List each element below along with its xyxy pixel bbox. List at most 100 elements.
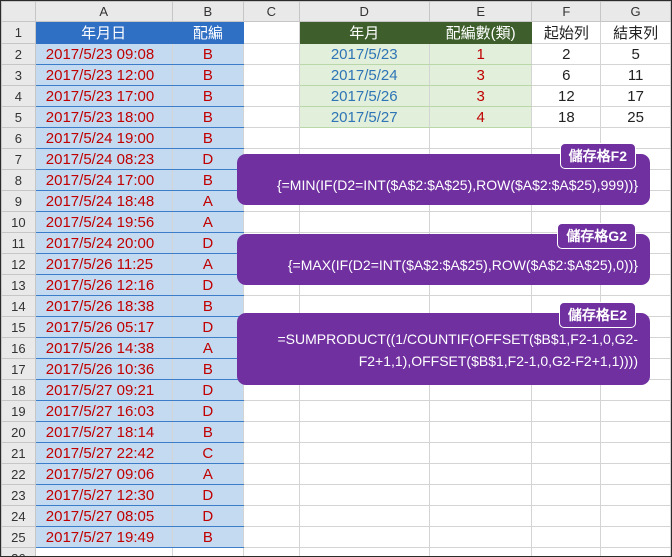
select-all-corner[interactable] bbox=[1, 1, 36, 22]
month-cell[interactable]: 2017/5/23 bbox=[298, 43, 430, 65]
code-cell[interactable]: D bbox=[171, 379, 245, 401]
count-cell[interactable]: 3 bbox=[428, 64, 533, 86]
cell[interactable] bbox=[531, 442, 602, 464]
month-cell[interactable]: 2017/5/26 bbox=[298, 85, 430, 107]
row-header[interactable]: 1 bbox=[1, 21, 36, 44]
code-cell[interactable]: B bbox=[171, 43, 245, 65]
row-header[interactable]: 18 bbox=[1, 379, 36, 401]
code-cell[interactable]: B bbox=[171, 421, 245, 443]
cell[interactable] bbox=[298, 211, 430, 233]
cell[interactable] bbox=[428, 442, 533, 464]
cell[interactable] bbox=[531, 463, 602, 485]
cell[interactable] bbox=[428, 526, 533, 548]
row-header[interactable]: 22 bbox=[1, 463, 36, 485]
datetime-cell[interactable]: 2017/5/27 16:03 bbox=[34, 400, 173, 422]
cell[interactable] bbox=[298, 127, 430, 149]
datetime-cell[interactable]: 2017/5/24 19:00 bbox=[34, 127, 173, 149]
datetime-cell[interactable]: 2017/5/27 22:42 bbox=[34, 442, 173, 464]
row-header[interactable]: 25 bbox=[1, 526, 36, 548]
cell[interactable] bbox=[243, 400, 300, 422]
cell[interactable] bbox=[298, 505, 430, 527]
cell[interactable] bbox=[34, 547, 173, 556]
row-header[interactable]: 4 bbox=[1, 85, 36, 107]
datetime-cell[interactable]: 2017/5/24 08:23 bbox=[34, 148, 173, 170]
row-header[interactable]: 12 bbox=[1, 253, 36, 275]
row-header[interactable]: 24 bbox=[1, 505, 36, 527]
cell[interactable] bbox=[243, 547, 300, 556]
cell[interactable] bbox=[600, 526, 671, 548]
cell[interactable] bbox=[243, 442, 300, 464]
code-cell[interactable]: B bbox=[171, 295, 245, 317]
cell[interactable] bbox=[531, 547, 602, 556]
datetime-cell[interactable]: 2017/5/27 12:30 bbox=[34, 484, 173, 506]
datetime-cell[interactable]: 2017/5/27 19:49 bbox=[34, 526, 173, 548]
header-cell-month[interactable]: 年月 bbox=[298, 21, 430, 44]
count-cell[interactable]: 1 bbox=[428, 43, 533, 65]
cell[interactable] bbox=[298, 421, 430, 443]
datetime-cell[interactable]: 2017/5/26 12:16 bbox=[34, 274, 173, 296]
code-cell[interactable]: B bbox=[171, 127, 245, 149]
column-header-f[interactable]: F bbox=[531, 1, 602, 22]
code-cell[interactable]: A bbox=[171, 190, 245, 212]
header-cell-datetime[interactable]: 年月日 bbox=[34, 21, 173, 44]
row-header[interactable]: 6 bbox=[1, 127, 36, 149]
datetime-cell[interactable]: 2017/5/24 18:48 bbox=[34, 190, 173, 212]
code-cell[interactable]: D bbox=[171, 148, 245, 170]
datetime-cell[interactable]: 2017/5/27 09:21 bbox=[34, 379, 173, 401]
column-header-d[interactable]: D bbox=[298, 1, 430, 22]
start-row-cell[interactable]: 12 bbox=[531, 85, 602, 107]
datetime-cell[interactable]: 2017/5/24 17:00 bbox=[34, 169, 173, 191]
end-row-cell[interactable]: 11 bbox=[600, 64, 671, 86]
datetime-cell[interactable]: 2017/5/27 09:06 bbox=[34, 463, 173, 485]
cell[interactable] bbox=[428, 463, 533, 485]
count-cell[interactable]: 3 bbox=[428, 85, 533, 107]
cell[interactable] bbox=[171, 547, 245, 556]
month-cell[interactable]: 2017/5/27 bbox=[298, 106, 430, 128]
code-cell[interactable]: B bbox=[171, 169, 245, 191]
row-header[interactable]: 20 bbox=[1, 421, 36, 443]
code-cell[interactable]: B bbox=[171, 85, 245, 107]
cell[interactable] bbox=[600, 463, 671, 485]
cell[interactable] bbox=[428, 211, 533, 233]
column-header-a[interactable]: A bbox=[34, 1, 173, 22]
datetime-cell[interactable]: 2017/5/24 19:56 bbox=[34, 211, 173, 233]
code-cell[interactable]: B bbox=[171, 64, 245, 86]
datetime-cell[interactable]: 2017/5/26 05:17 bbox=[34, 316, 173, 338]
row-header[interactable]: 5 bbox=[1, 106, 36, 128]
cell[interactable] bbox=[531, 421, 602, 443]
cell[interactable] bbox=[243, 505, 300, 527]
month-cell[interactable]: 2017/5/24 bbox=[298, 64, 430, 86]
cell[interactable] bbox=[243, 64, 300, 86]
code-cell[interactable]: C bbox=[171, 442, 245, 464]
code-cell[interactable]: B bbox=[171, 358, 245, 380]
column-header-g[interactable]: G bbox=[600, 1, 671, 22]
datetime-cell[interactable]: 2017/5/26 14:38 bbox=[34, 337, 173, 359]
cell[interactable] bbox=[298, 547, 430, 556]
datetime-cell[interactable]: 2017/5/27 18:14 bbox=[34, 421, 173, 443]
code-cell[interactable]: B bbox=[171, 106, 245, 128]
row-header[interactable]: 11 bbox=[1, 232, 36, 254]
row-header[interactable]: 7 bbox=[1, 148, 36, 170]
cell[interactable] bbox=[428, 127, 533, 149]
cell[interactable] bbox=[600, 421, 671, 443]
cell[interactable] bbox=[428, 484, 533, 506]
row-header[interactable]: 2 bbox=[1, 43, 36, 65]
start-row-cell[interactable]: 6 bbox=[531, 64, 602, 86]
row-header[interactable]: 9 bbox=[1, 190, 36, 212]
code-cell[interactable]: A bbox=[171, 463, 245, 485]
cell[interactable] bbox=[298, 400, 430, 422]
row-header[interactable]: 15 bbox=[1, 316, 36, 338]
row-header[interactable]: 19 bbox=[1, 400, 36, 422]
code-cell[interactable]: B bbox=[171, 526, 245, 548]
row-header[interactable]: 13 bbox=[1, 274, 36, 296]
row-header[interactable]: 21 bbox=[1, 442, 36, 464]
end-row-cell[interactable]: 5 bbox=[600, 43, 671, 65]
cell[interactable] bbox=[243, 85, 300, 107]
start-row-cell[interactable]: 2 bbox=[531, 43, 602, 65]
code-cell[interactable]: A bbox=[171, 253, 245, 275]
column-header-e[interactable]: E bbox=[428, 1, 533, 22]
cell[interactable] bbox=[531, 400, 602, 422]
cell[interactable] bbox=[298, 442, 430, 464]
datetime-cell[interactable]: 2017/5/23 12:00 bbox=[34, 64, 173, 86]
code-cell[interactable]: A bbox=[171, 337, 245, 359]
